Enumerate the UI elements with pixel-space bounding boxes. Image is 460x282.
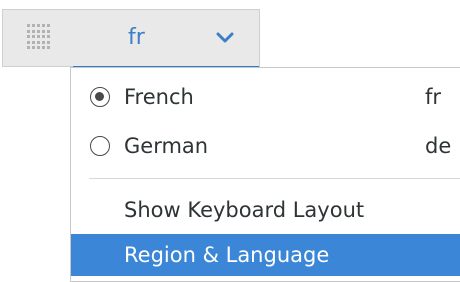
radio-selected-icon[interactable] bbox=[90, 87, 110, 107]
menu-separator bbox=[89, 178, 460, 179]
menu-item-french[interactable]: French fr bbox=[71, 76, 460, 118]
grip-dots-icon bbox=[27, 24, 53, 50]
radio-unselected-icon[interactable] bbox=[90, 136, 110, 156]
menu-item-label: German bbox=[124, 134, 209, 158]
menu-item-label: Region & Language bbox=[124, 243, 330, 267]
chevron-down-icon bbox=[216, 32, 234, 43]
menu-item-label: Show Keyboard Layout bbox=[124, 198, 365, 222]
language-code: fr bbox=[425, 85, 442, 109]
keyboard-layout-indicator[interactable]: fr bbox=[2, 9, 260, 68]
menu-item-show-keyboard-layout[interactable]: Show Keyboard Layout bbox=[71, 189, 460, 231]
menu-item-german[interactable]: German de bbox=[71, 125, 460, 167]
menu-item-region-language[interactable]: Region & Language bbox=[71, 234, 460, 276]
input-source-menu: French fr German de Show Keyboard Layout… bbox=[70, 67, 460, 282]
menu-item-label: French bbox=[124, 85, 194, 109]
current-layout-label: fr bbox=[128, 25, 145, 50]
language-code: de bbox=[425, 134, 452, 158]
